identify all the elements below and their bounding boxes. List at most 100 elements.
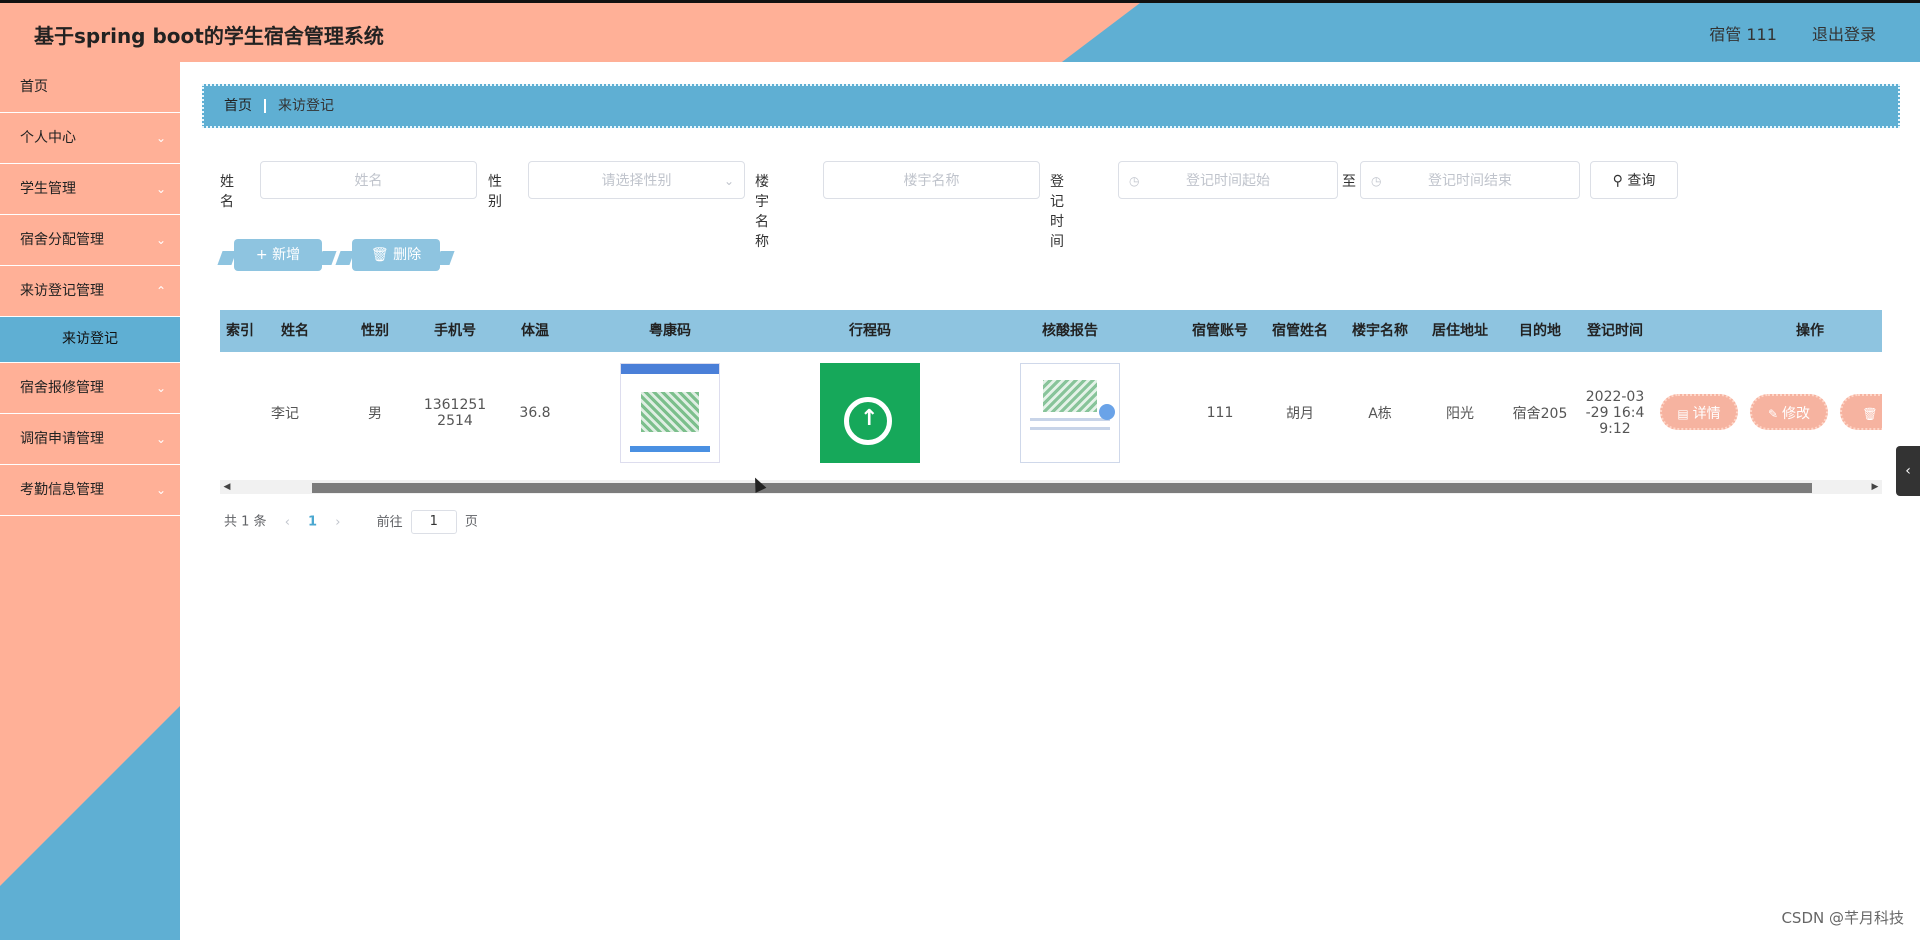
sidebar-item-label: 宿舍报修管理 [20, 380, 104, 396]
chevron-down-icon: ⌄ [155, 381, 166, 395]
pagination: 共 1 条 ‹ 1 › 前往 1 页 [224, 510, 478, 534]
column-header-destination: 目的地 [1519, 323, 1561, 339]
page-number[interactable]: 1 [308, 515, 317, 530]
cell-name: 李记 [271, 406, 299, 422]
time-line: 2022-03 [1585, 389, 1645, 405]
sidebar-item-transfer[interactable]: 调宿申请管理 ⌄ [0, 414, 180, 465]
delete-button[interactable]: 🗑 删除 [335, 239, 455, 271]
sidebar-item-students[interactable]: 学生管理 ⌄ [0, 164, 180, 215]
gender-label: 性别 [488, 174, 502, 210]
add-button[interactable]: + 新增 [217, 239, 337, 271]
sidebar-item-visitor-mgmt[interactable]: 来访登记管理 ⌃ [0, 266, 180, 317]
cell-destination: 宿舍205 [1512, 406, 1568, 422]
edit-button[interactable]: ✎ 修改 [1750, 394, 1828, 430]
image-bar [630, 446, 710, 452]
sidebar-item-label: 学生管理 [20, 181, 76, 197]
column-header-gender: 性别 [361, 323, 389, 339]
button-decoration [317, 251, 337, 265]
sidebar-item-label: 首页 [20, 79, 48, 95]
cell-travel-code: ↑ [800, 352, 940, 474]
chevron-down-icon: ⌄ [155, 432, 166, 446]
time-end-input[interactable]: ◷ 登记时间结束 [1360, 161, 1580, 199]
page-unit-label: 页 [464, 514, 478, 530]
breadcrumb-separator [264, 99, 266, 113]
goto-page-input[interactable]: 1 [410, 510, 457, 534]
detail-button-label: 详情 [1692, 406, 1721, 422]
collapse-tab[interactable]: ‹ [1896, 446, 1920, 496]
time-end-placeholder: 登记时间结束 [1428, 173, 1512, 189]
clock-icon: ◷ [1129, 174, 1140, 188]
next-page-icon[interactable]: › [335, 515, 340, 530]
column-header-travel-code: 行程码 [849, 323, 891, 339]
cell-temp: 36.8 [519, 405, 551, 421]
sidebar-subitem-visitor-register[interactable]: 来访登记 [0, 317, 180, 363]
cell-phone: 1361251 2514 [410, 352, 500, 474]
time-label: 登记时间 [1050, 174, 1064, 250]
watermark: CSDN @芊月科技 [1781, 909, 1904, 927]
chevron-down-icon: ⌄ [155, 182, 166, 196]
column-header-index: 索引 [226, 323, 254, 339]
query-button[interactable]: ⚲ 查询 [1590, 161, 1678, 199]
chevron-down-icon: ⌄ [155, 131, 166, 145]
logout-link[interactable]: 退出登录 [1812, 25, 1876, 44]
button-decoration [217, 251, 237, 265]
sidebar-item-repair[interactable]: 宿舍报修管理 ⌄ [0, 363, 180, 414]
travel-code-image[interactable]: ↑ [820, 363, 920, 463]
document-icon: ▤ [1677, 407, 1689, 421]
add-button-label: 新增 [272, 247, 301, 263]
sidebar-item-label: 个人中心 [20, 130, 76, 146]
breadcrumb-home[interactable]: 首页 [224, 98, 252, 114]
sidebar-item-label: 宿舍分配管理 [20, 232, 104, 248]
header-user-area: 宿管 111 退出登录 [1679, 21, 1876, 45]
clock-icon: ◷ [1371, 174, 1382, 188]
column-header-building: 楼宇名称 [1352, 323, 1408, 339]
column-header-phone: 手机号 [434, 323, 476, 339]
pencil-icon: ✎ [1767, 407, 1779, 421]
sidebar-item-dorm-assign[interactable]: 宿舍分配管理 ⌄ [0, 215, 180, 266]
scroll-left-icon[interactable]: ◀ [220, 480, 234, 494]
cell-manager-account: 111 [1206, 405, 1234, 421]
sidebar-item-label: 调宿申请管理 [20, 431, 104, 447]
gender-select[interactable]: 请选择性别 ⌄ [528, 161, 745, 199]
building-input[interactable]: 楼宇名称 [823, 161, 1040, 199]
sidebar: 首页 个人中心 ⌄ 学生管理 ⌄ 宿舍分配管理 ⌄ 来访登记管理 ⌃ 来访登记 宿舍报修… [0, 62, 180, 940]
user-label: 宿管 111 [1709, 25, 1777, 44]
name-input[interactable]: 姓名 [260, 161, 477, 199]
scrollbar-thumb[interactable] [312, 483, 1812, 493]
button-decoration [435, 251, 455, 265]
column-header-manager-account: 宿管账号 [1192, 323, 1248, 339]
health-code-image[interactable] [620, 363, 720, 463]
goto-label: 前往 [376, 514, 403, 530]
sidebar-item-label: 考勤信息管理 [20, 482, 104, 498]
cell-time: 2022-03 -29 16:4 9:12 [1580, 352, 1650, 474]
qr-code-icon [641, 392, 699, 432]
row-delete-button[interactable]: 🗑删 [1840, 394, 1882, 430]
breadcrumb: 首页 来访登记 [202, 84, 1900, 128]
cell-health-code [600, 352, 740, 474]
chevron-down-icon: ⌄ [155, 483, 166, 497]
detail-button[interactable]: ▤ 详情 [1660, 394, 1738, 430]
trash-icon: 🗑 [370, 247, 389, 263]
prev-page-icon[interactable]: ‹ [285, 515, 290, 530]
column-header-address: 居住地址 [1432, 323, 1488, 339]
time-start-input[interactable]: ◷ 登记时间起始 [1118, 161, 1338, 199]
cell-nucleic-report [1000, 352, 1140, 474]
search-icon: ⚲ [1612, 173, 1623, 189]
column-header-health-code: 粤康码 [649, 323, 691, 339]
scroll-right-icon[interactable]: ▶ [1868, 480, 1882, 494]
total-count: 共 1 条 [224, 514, 267, 530]
nucleic-report-image[interactable] [1020, 363, 1120, 463]
time-start-placeholder: 登记时间起始 [1186, 173, 1270, 189]
building-label: 楼宇名称 [755, 174, 769, 250]
horizontal-scrollbar[interactable]: ◀ ▶ [220, 480, 1882, 494]
sidebar-item-label: 来访登记 [62, 331, 118, 347]
sidebar-item-profile[interactable]: 个人中心 ⌄ [0, 113, 180, 164]
image-line [1030, 418, 1110, 421]
sidebar-item-attendance[interactable]: 考勤信息管理 ⌄ [0, 465, 180, 516]
sidebar-item-home[interactable]: 首页 [0, 62, 180, 113]
chevron-left-icon: ‹ [1905, 463, 1911, 479]
phone-line: 1361251 [423, 397, 487, 413]
table-header: 索引 姓名 性别 手机号 体温 粤康码 行程码 核酸报告 宿管账号 宿管姓名 楼… [220, 310, 1882, 352]
app-title: 基于spring boot的学生宿舍管理系统 [34, 24, 384, 48]
table-row: 李记 男 1361251 2514 36.8 ↑ 111 胡月 A栋 阳光 宿舍… [220, 352, 1882, 474]
